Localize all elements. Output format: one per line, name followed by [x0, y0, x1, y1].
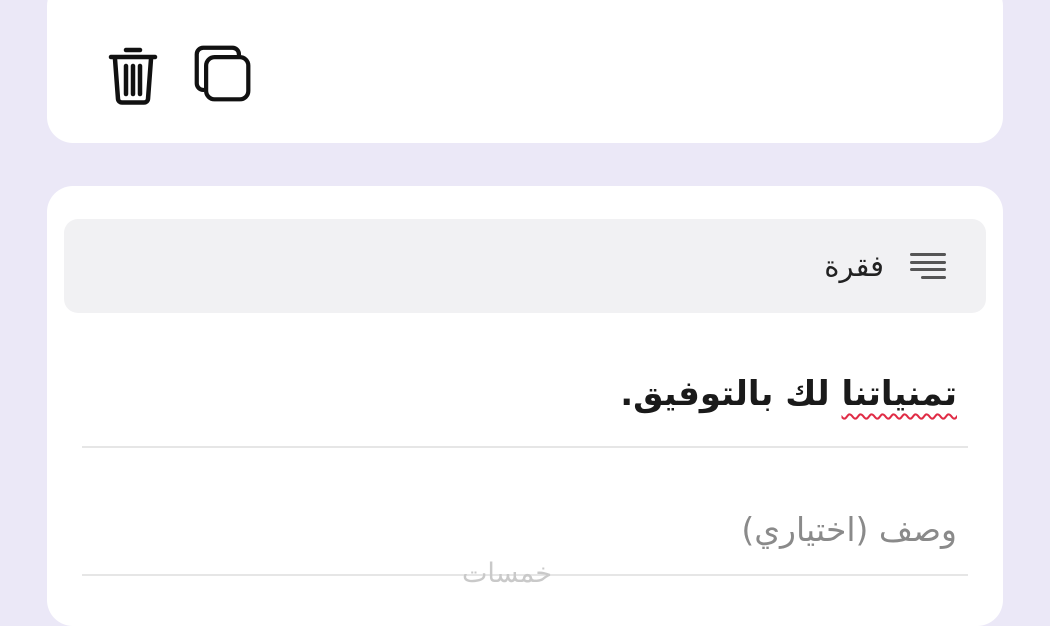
- paragraph-lines-icon: [910, 250, 946, 282]
- misspelled-word: تمنياتنا: [841, 374, 958, 414]
- question-actions-card: [47, 0, 1003, 143]
- question-content-text[interactable]: تمنياتنا لك بالتوفيق.: [620, 374, 957, 414]
- question-actions: [103, 42, 253, 106]
- watermark-logo: خمسات: [462, 558, 553, 589]
- trash-icon: [108, 47, 158, 105]
- description-input[interactable]: [82, 504, 968, 554]
- delete-button[interactable]: [103, 42, 163, 106]
- question-content-field[interactable]: تمنياتنا لك بالتوفيق.: [82, 356, 968, 448]
- question-type-selector[interactable]: فقرة: [64, 219, 986, 313]
- duplicate-button[interactable]: [193, 42, 253, 106]
- question-type-label: فقرة: [824, 249, 884, 283]
- copy-icon: [194, 45, 251, 102]
- question-content-rest: لك بالتوفيق.: [620, 374, 842, 414]
